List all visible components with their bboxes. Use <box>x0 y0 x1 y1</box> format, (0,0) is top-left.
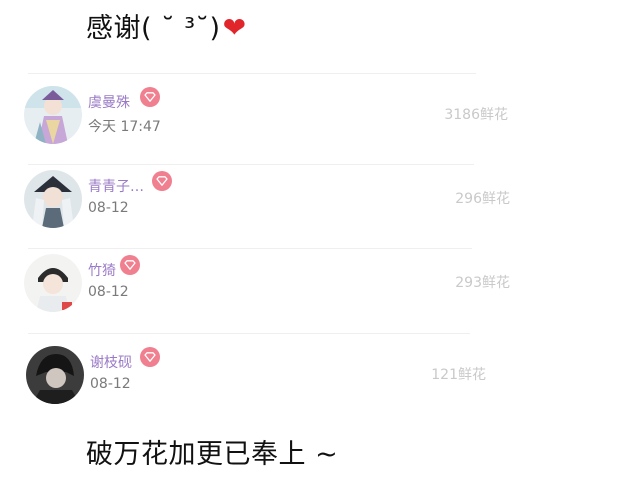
supporter-row[interactable]: 竹猗 08-12 293鲜花 <box>22 244 510 314</box>
flower-count: 121鲜花 <box>431 367 486 383</box>
avatar[interactable] <box>24 170 82 228</box>
flower-count: 3186鲜花 <box>444 107 508 123</box>
caption-thanks: 感谢( ˘ ³˘)❤ <box>86 6 247 45</box>
supporter-row[interactable]: 青青子… 08-12 296鲜花 <box>22 160 510 230</box>
supporter-name[interactable]: 虞曼殊 <box>88 92 130 112</box>
avatar[interactable] <box>26 346 84 404</box>
supporter-date: 08-12 <box>88 200 129 216</box>
supporter-row[interactable]: 谢枝砚 08-12 121鲜花 <box>22 336 500 406</box>
avatar[interactable] <box>24 254 82 312</box>
caption-thanks-text: 感谢( ˘ ³˘) <box>86 13 221 44</box>
supporter-name[interactable]: 青青子… <box>88 176 144 196</box>
divider <box>28 73 476 74</box>
supporter-row[interactable]: 虞曼殊 今天 17:47 3186鲜花 <box>22 76 508 146</box>
supporter-date: 08-12 <box>90 376 131 392</box>
diamond-badge-icon <box>140 87 160 107</box>
flower-count: 296鲜花 <box>455 191 510 207</box>
supporter-name[interactable]: 谢枝砚 <box>90 352 132 372</box>
supporter-date: 今天 17:47 <box>88 119 161 135</box>
supporter-name[interactable]: 竹猗 <box>88 260 116 280</box>
caption-update-note: 破万花加更已奉上 ~ <box>86 439 339 470</box>
screenshot-page: 感谢( ˘ ³˘)❤ 虞曼殊 今天 17:47 3186鲜花 青青子… 08-1… <box>0 0 640 482</box>
heart-icon: ❤ <box>222 11 247 44</box>
avatar[interactable] <box>24 86 82 144</box>
diamond-badge-icon <box>140 347 160 367</box>
divider <box>28 333 470 334</box>
supporter-date: 08-12 <box>88 284 129 300</box>
flower-count: 293鲜花 <box>455 275 510 291</box>
diamond-badge-icon <box>152 171 172 191</box>
diamond-badge-icon <box>120 255 140 275</box>
